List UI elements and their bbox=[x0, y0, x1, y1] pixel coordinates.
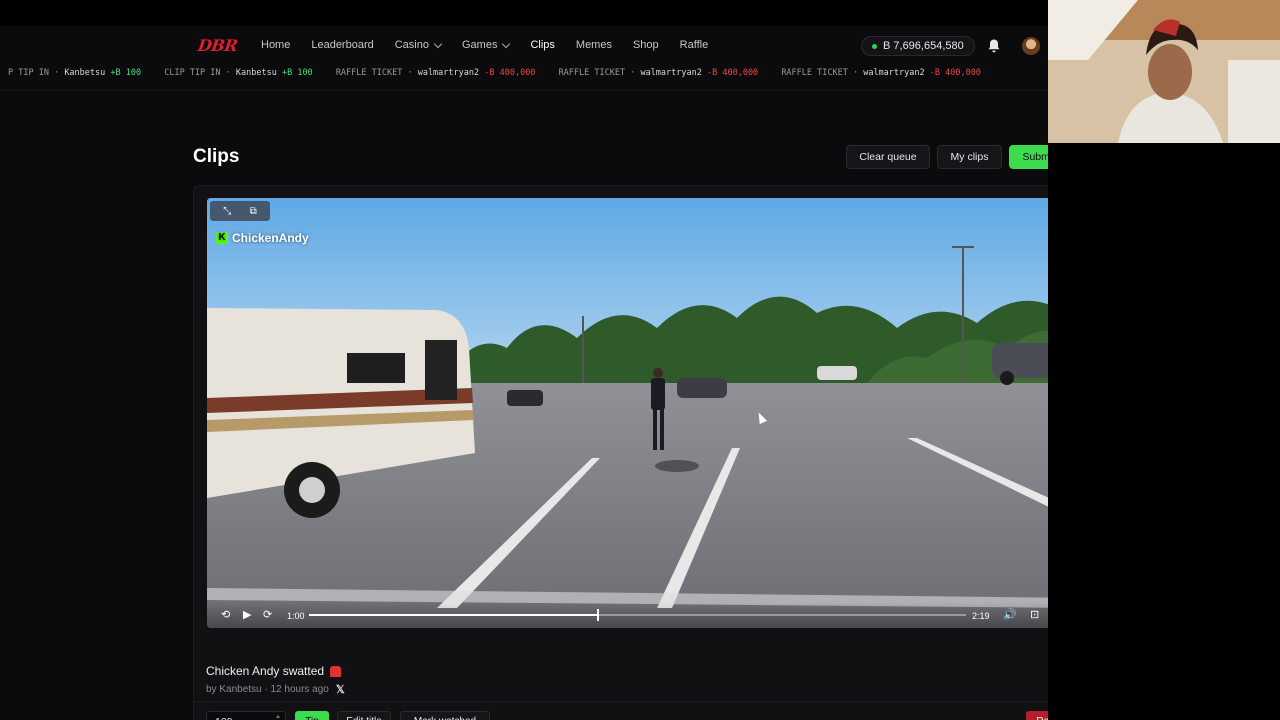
ticker-type: RAFFLE TICKET bbox=[335, 68, 403, 78]
stream-watermark: K ChickenAndy bbox=[216, 231, 309, 245]
ticker-amount: -B 400,000 bbox=[707, 68, 759, 78]
forward-icon[interactable]: ⟳ bbox=[263, 608, 272, 621]
webcam-overlay bbox=[1048, 0, 1280, 143]
site-logo[interactable]: DBR bbox=[197, 36, 239, 55]
rewind-icon[interactable]: ⟲ bbox=[221, 608, 230, 621]
expand-icon[interactable]: ⤡ bbox=[223, 206, 231, 217]
chevron-down-icon bbox=[502, 39, 511, 48]
nav-shop-label: Shop bbox=[632, 39, 659, 51]
app-window: DBR Home Leaderboard Casino Games Clips … bbox=[0, 26, 1048, 720]
volume-icon[interactable]: 🔊 bbox=[1003, 608, 1017, 621]
top-nav: DBR Home Leaderboard Casino Games Clips … bbox=[0, 26, 1048, 66]
seek-bar-progress bbox=[309, 614, 599, 616]
video-frame bbox=[207, 198, 1048, 628]
watermark-text: ChickenAndy bbox=[232, 231, 309, 245]
mark-watched-button[interactable]: Mark watched bbox=[400, 711, 490, 720]
nav-leaderboard-label: Leaderboard bbox=[311, 39, 374, 51]
play-icon[interactable]: ▶ bbox=[243, 608, 251, 621]
nav-raffle[interactable]: Raffle bbox=[680, 39, 709, 51]
user-avatar[interactable] bbox=[1022, 37, 1040, 55]
ticker-item: RAFFLE TICKET · walmartryan2 -B 400,000 bbox=[335, 68, 536, 78]
ticker-divider bbox=[0, 90, 1048, 91]
my-clips-button[interactable]: My clips bbox=[937, 145, 1002, 169]
webcam-feed bbox=[1048, 0, 1280, 143]
x-share-icon[interactable]: 𝕏 bbox=[336, 683, 345, 696]
kick-logo-icon: K bbox=[216, 232, 228, 244]
siren-icon bbox=[330, 665, 342, 677]
nav-shop[interactable]: Shop bbox=[633, 39, 659, 51]
clip-title: Chicken Andy swatted bbox=[206, 664, 342, 678]
ticker-item: RAFFLE TICKET · walmartryan2 -B 400,000 bbox=[781, 68, 981, 78]
ticker-amount: +B 100 bbox=[281, 68, 313, 78]
ticker-type: RAFFLE TICKET bbox=[781, 68, 848, 78]
current-time: 1:00 bbox=[287, 611, 305, 621]
nav-games-label: Games bbox=[461, 39, 498, 51]
nav-home[interactable]: Home bbox=[261, 39, 290, 51]
submit-clip-button[interactable]: Submit a clip bbox=[1009, 145, 1048, 169]
right-black-area bbox=[1048, 143, 1280, 720]
ticker-item: CLIP TIP IN · Kanbetsu +B 100 bbox=[164, 68, 313, 78]
nav-casino-label: Casino bbox=[394, 39, 429, 51]
ticker-type: P TIP IN bbox=[8, 68, 49, 78]
edit-title-button[interactable]: Edit title bbox=[337, 711, 391, 720]
tip-button[interactable]: Tip bbox=[295, 711, 329, 720]
ticker-amount: -B 400,000 bbox=[484, 68, 536, 78]
ticker-user: Kanbetsu bbox=[64, 68, 106, 78]
video-player[interactable]: ⤡ ⧉ K ChickenAndy ⟲ ▶ ⟳ 1:00 2:19 🔊 ⊡ » bbox=[207, 198, 1048, 628]
clip-card: ⤡ ⧉ K ChickenAndy ⟲ ▶ ⟳ 1:00 2:19 🔊 ⊡ » bbox=[193, 185, 1048, 720]
ticker-item: RAFFLE TICKET · walmartryan2 -B 400,000 bbox=[558, 68, 759, 78]
pip-icon[interactable]: ⧉ bbox=[250, 206, 257, 217]
bell-icon[interactable] bbox=[987, 38, 1001, 54]
nav-memes-label: Memes bbox=[575, 39, 612, 51]
ticker-user: walmartryan2 bbox=[863, 68, 925, 78]
nav-memes[interactable]: Memes bbox=[576, 39, 612, 51]
nav-links: Home Leaderboard Casino Games Clips Meme… bbox=[261, 39, 729, 51]
clear-queue-button[interactable]: Clear queue bbox=[846, 145, 930, 169]
ticker-user: Kanbetsu bbox=[235, 68, 277, 78]
clip-title-text: Chicken Andy swatted bbox=[206, 664, 325, 678]
ticker-amount: -B 400,000 bbox=[929, 68, 981, 78]
player-controls: ⟲ ▶ ⟳ 1:00 2:19 🔊 ⊡ » bbox=[207, 602, 1048, 628]
seek-handle[interactable] bbox=[597, 609, 600, 621]
online-dot-icon bbox=[872, 43, 877, 49]
duration: 2:19 bbox=[972, 611, 990, 621]
seek-bar[interactable] bbox=[309, 609, 966, 621]
cast-icon[interactable]: ⊡ bbox=[1030, 608, 1039, 621]
nav-raffle-label: Raffle bbox=[679, 39, 709, 51]
clip-meta-text: by Kanbetsu · 12 hours ago bbox=[206, 684, 329, 695]
nav-clips-label: Clips bbox=[530, 39, 555, 51]
ticker-type: CLIP TIP IN bbox=[164, 68, 221, 78]
balance-pill[interactable]: B 7,696,654,580 bbox=[861, 36, 975, 56]
ticker-item: P TIP IN · Kanbetsu +B 100 bbox=[8, 68, 142, 78]
nav-games[interactable]: Games bbox=[461, 39, 511, 51]
nav-clips[interactable]: Clips bbox=[530, 39, 554, 51]
page-title: Clips bbox=[193, 146, 240, 167]
ticker-amount: +B 100 bbox=[110, 68, 142, 78]
activity-ticker: P TIP IN · Kanbetsu +B 100 CLIP TIP IN ·… bbox=[0, 68, 1048, 86]
ticker-type: RAFFLE TICKET bbox=[558, 68, 626, 78]
nav-leaderboard[interactable]: Leaderboard bbox=[311, 39, 373, 51]
ticker-user: walmartryan2 bbox=[640, 68, 702, 78]
remove-button[interactable]: Remove bbox=[1026, 711, 1048, 720]
clip-meta: by Kanbetsu · 12 hours ago 𝕏 bbox=[206, 683, 345, 696]
number-stepper[interactable]: ▲▼ bbox=[272, 713, 284, 720]
ticker-user: walmartryan2 bbox=[417, 68, 480, 78]
nav-casino[interactable]: Casino bbox=[394, 39, 443, 51]
nav-home-label: Home bbox=[261, 39, 291, 51]
chevron-down-icon bbox=[433, 39, 443, 48]
balance-value: B 7,696,654,580 bbox=[883, 40, 964, 52]
card-divider bbox=[194, 701, 1048, 702]
player-top-controls: ⤡ ⧉ bbox=[210, 201, 270, 221]
